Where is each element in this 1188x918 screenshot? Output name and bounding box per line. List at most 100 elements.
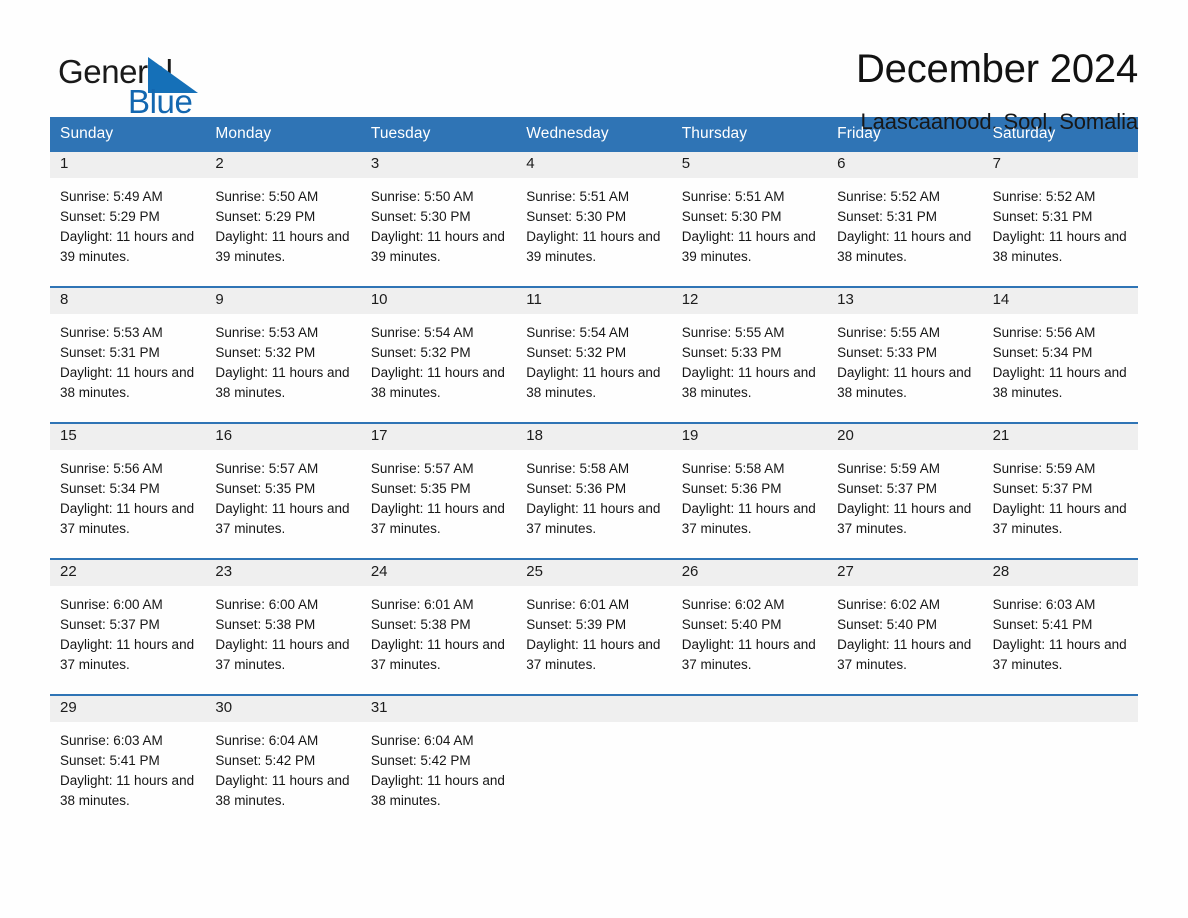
day-sun-details: Sunrise: 6:03 AM Sunset: 5:41 PM Dayligh… bbox=[992, 597, 1127, 672]
day-number bbox=[516, 696, 672, 722]
weekday-header-monday: Monday bbox=[215, 125, 272, 142]
day-number: 2 bbox=[205, 152, 361, 178]
day-number: 10 bbox=[360, 288, 517, 314]
logo-text-blue: Blue bbox=[128, 83, 193, 120]
calendar-day-cell[interactable]: 18 Sunrise: 5:58 AM Sunset: 5:36 PM Dayli… bbox=[516, 424, 672, 558]
day-number: 31 bbox=[360, 696, 517, 722]
day-number: 11 bbox=[516, 288, 672, 314]
calendar-day-cell[interactable]: 21 Sunrise: 5:59 AM Sunset: 5:37 PM Dayli… bbox=[982, 424, 1138, 558]
day-sun-details: Sunrise: 6:01 AM Sunset: 5:38 PM Dayligh… bbox=[370, 597, 505, 672]
calendar-day-cell[interactable]: 4 Sunrise: 5:51 AM Sunset: 5:30 PM Daylig… bbox=[516, 152, 672, 286]
calendar-day-cell[interactable]: 26 Sunrise: 6:02 AM Sunset: 5:40 PM Dayli… bbox=[671, 560, 828, 694]
calendar-day-cell[interactable]: 17 Sunrise: 5:57 AM Sunset: 5:35 PM Dayli… bbox=[360, 424, 517, 558]
day-sun-details: Sunrise: 5:53 AM Sunset: 5:31 PM Dayligh… bbox=[60, 325, 195, 400]
calendar-day-cell[interactable]: 22 Sunrise: 6:00 AM Sunset: 5:37 PM Dayli… bbox=[50, 560, 206, 694]
day-number: 15 bbox=[50, 424, 206, 450]
weekday-header-friday: Friday bbox=[837, 125, 881, 142]
day-number: 21 bbox=[982, 424, 1138, 450]
day-sun-details: Sunrise: 5:51 AM Sunset: 5:30 PM Dayligh… bbox=[526, 189, 661, 264]
calendar-weeks: 1 Sunrise: 5:49 AM Sunset: 5:29 PM Daylig… bbox=[50, 152, 1138, 814]
calendar-day-cell[interactable]: 19 Sunrise: 5:58 AM Sunset: 5:36 PM Dayli… bbox=[671, 424, 828, 558]
day-sun-details: Sunrise: 5:50 AM Sunset: 5:30 PM Dayligh… bbox=[370, 189, 505, 264]
day-sun-details: Sunrise: 5:50 AM Sunset: 5:29 PM Dayligh… bbox=[215, 189, 350, 264]
calendar-day-cell[interactable]: 14 Sunrise: 5:56 AM Sunset: 5:34 PM Dayli… bbox=[982, 288, 1138, 422]
calendar-day-cell[interactable]: 5 Sunrise: 5:51 AM Sunset: 5:30 PM Daylig… bbox=[671, 152, 828, 286]
day-sun-details: Sunrise: 5:52 AM Sunset: 5:31 PM Dayligh… bbox=[992, 189, 1127, 264]
day-number: 1 bbox=[50, 152, 206, 178]
calendar-week-row: 22 Sunrise: 6:00 AM Sunset: 5:37 PM Dayli… bbox=[50, 558, 1138, 694]
calendar-day-cell-empty bbox=[516, 696, 672, 814]
calendar-day-cell[interactable]: 10 Sunrise: 5:54 AM Sunset: 5:32 PM Dayli… bbox=[360, 288, 517, 422]
calendar-day-cell[interactable]: 8 Sunrise: 5:53 AM Sunset: 5:31 PM Daylig… bbox=[50, 288, 206, 422]
day-number: 27 bbox=[827, 560, 983, 586]
weekday-header-row: Sunday Monday Tuesday Wednesday Thursday Frid… bbox=[50, 117, 1138, 152]
day-number bbox=[982, 696, 1138, 722]
page-title: December 2024 bbox=[855, 47, 1138, 91]
calendar-day-cell[interactable]: 29 Sunrise: 6:03 AM Sunset: 5:41 PM Dayli… bbox=[50, 696, 206, 814]
day-number bbox=[827, 696, 983, 722]
calendar-day-cell[interactable]: 20 Sunrise: 5:59 AM Sunset: 5:37 PM Dayli… bbox=[827, 424, 983, 558]
calendar-day-cell[interactable]: 9 Sunrise: 5:53 AM Sunset: 5:32 PM Daylig… bbox=[205, 288, 361, 422]
day-sun-details: Sunrise: 5:51 AM Sunset: 5:30 PM Dayligh… bbox=[681, 189, 816, 264]
day-number: 5 bbox=[671, 152, 828, 178]
day-sun-details: Sunrise: 6:02 AM Sunset: 5:40 PM Dayligh… bbox=[837, 597, 972, 672]
calendar-day-cell[interactable]: 15 Sunrise: 5:56 AM Sunset: 5:34 PM Dayli… bbox=[50, 424, 206, 558]
calendar-week-row: 15 Sunrise: 5:56 AM Sunset: 5:34 PM Dayli… bbox=[50, 422, 1138, 558]
day-sun-details: Sunrise: 5:58 AM Sunset: 5:36 PM Dayligh… bbox=[526, 461, 661, 536]
weekday-header-thursday: Thursday bbox=[681, 125, 748, 142]
calendar-day-cell[interactable]: 2 Sunrise: 5:50 AM Sunset: 5:29 PM Daylig… bbox=[205, 152, 361, 286]
day-number: 18 bbox=[516, 424, 672, 450]
calendar-day-cell[interactable]: 7 Sunrise: 5:52 AM Sunset: 5:31 PM Daylig… bbox=[982, 152, 1138, 286]
day-number bbox=[671, 696, 828, 722]
calendar-day-cell[interactable]: 12 Sunrise: 5:55 AM Sunset: 5:33 PM Dayli… bbox=[671, 288, 828, 422]
day-number: 24 bbox=[360, 560, 517, 586]
calendar-day-cell[interactable]: 13 Sunrise: 5:55 AM Sunset: 5:33 PM Dayli… bbox=[827, 288, 983, 422]
day-number: 17 bbox=[360, 424, 517, 450]
day-number: 25 bbox=[516, 560, 672, 586]
day-sun-details: Sunrise: 5:55 AM Sunset: 5:33 PM Dayligh… bbox=[681, 325, 816, 400]
calendar-week-row: 1 Sunrise: 5:49 AM Sunset: 5:29 PM Daylig… bbox=[50, 152, 1138, 286]
day-number: 4 bbox=[516, 152, 672, 178]
calendar-grid: Sunday Monday Tuesday Wednesday Thursday Frid… bbox=[50, 117, 1138, 814]
day-sun-details: Sunrise: 5:49 AM Sunset: 5:29 PM Dayligh… bbox=[60, 189, 195, 264]
day-sun-details: Sunrise: 5:56 AM Sunset: 5:34 PM Dayligh… bbox=[60, 461, 195, 536]
day-number: 3 bbox=[360, 152, 517, 178]
calendar-day-cell[interactable]: 1 Sunrise: 5:49 AM Sunset: 5:29 PM Daylig… bbox=[50, 152, 206, 286]
calendar-day-cell[interactable]: 6 Sunrise: 5:52 AM Sunset: 5:31 PM Daylig… bbox=[827, 152, 983, 286]
calendar-day-cell[interactable]: 27 Sunrise: 6:02 AM Sunset: 5:40 PM Dayli… bbox=[827, 560, 983, 694]
calendar-day-cell[interactable]: 28 Sunrise: 6:03 AM Sunset: 5:41 PM Dayli… bbox=[982, 560, 1138, 694]
day-number: 8 bbox=[50, 288, 206, 314]
calendar-day-cell[interactable]: 16 Sunrise: 5:57 AM Sunset: 5:35 PM Dayli… bbox=[205, 424, 361, 558]
calendar-day-cell[interactable]: 31 Sunrise: 6:04 AM Sunset: 5:42 PM Dayli… bbox=[360, 696, 517, 814]
day-sun-details: Sunrise: 6:03 AM Sunset: 5:41 PM Dayligh… bbox=[60, 733, 195, 808]
calendar-day-cell-empty bbox=[982, 696, 1138, 814]
day-number: 16 bbox=[205, 424, 361, 450]
general-blue-logo[interactable]: General Blue bbox=[50, 45, 260, 118]
day-sun-details: Sunrise: 5:59 AM Sunset: 5:37 PM Dayligh… bbox=[992, 461, 1127, 536]
day-sun-details: Sunrise: 6:00 AM Sunset: 5:37 PM Dayligh… bbox=[60, 597, 195, 672]
calendar-day-cell[interactable]: 24 Sunrise: 6:01 AM Sunset: 5:38 PM Dayli… bbox=[360, 560, 517, 694]
calendar-day-cell-empty bbox=[827, 696, 983, 814]
calendar-week-row: 8 Sunrise: 5:53 AM Sunset: 5:31 PM Daylig… bbox=[50, 286, 1138, 422]
day-sun-details: Sunrise: 6:01 AM Sunset: 5:39 PM Dayligh… bbox=[526, 597, 661, 672]
day-sun-details: Sunrise: 6:04 AM Sunset: 5:42 PM Dayligh… bbox=[370, 733, 505, 808]
calendar-day-cell[interactable]: 3 Sunrise: 5:50 AM Sunset: 5:30 PM Daylig… bbox=[360, 152, 517, 286]
weekday-header-wednesday: Wednesday bbox=[526, 125, 609, 142]
day-sun-details: Sunrise: 5:57 AM Sunset: 5:35 PM Dayligh… bbox=[215, 461, 350, 536]
day-number: 22 bbox=[50, 560, 206, 586]
day-sun-details: Sunrise: 5:53 AM Sunset: 5:32 PM Dayligh… bbox=[215, 325, 350, 400]
day-number: 30 bbox=[205, 696, 361, 722]
day-sun-details: Sunrise: 5:58 AM Sunset: 5:36 PM Dayligh… bbox=[681, 461, 816, 536]
calendar-day-cell[interactable]: 11 Sunrise: 5:54 AM Sunset: 5:32 PM Dayli… bbox=[516, 288, 672, 422]
weekday-header-tuesday: Tuesday bbox=[370, 125, 431, 142]
calendar-day-cell[interactable]: 23 Sunrise: 6:00 AM Sunset: 5:38 PM Dayli… bbox=[205, 560, 361, 694]
day-sun-details: Sunrise: 6:04 AM Sunset: 5:42 PM Dayligh… bbox=[215, 733, 350, 808]
day-number: 29 bbox=[50, 696, 206, 722]
weekday-header-sunday: Sunday bbox=[60, 125, 114, 142]
day-sun-details: Sunrise: 6:00 AM Sunset: 5:38 PM Dayligh… bbox=[215, 597, 350, 672]
day-number: 19 bbox=[671, 424, 828, 450]
calendar-day-cell[interactable]: 30 Sunrise: 6:04 AM Sunset: 5:42 PM Dayli… bbox=[205, 696, 361, 814]
day-number: 7 bbox=[982, 152, 1138, 178]
page-header: General Blue December 2024 Laascaanood, … bbox=[50, 0, 1138, 134]
calendar-day-cell[interactable]: 25 Sunrise: 6:01 AM Sunset: 5:39 PM Dayli… bbox=[516, 560, 672, 694]
